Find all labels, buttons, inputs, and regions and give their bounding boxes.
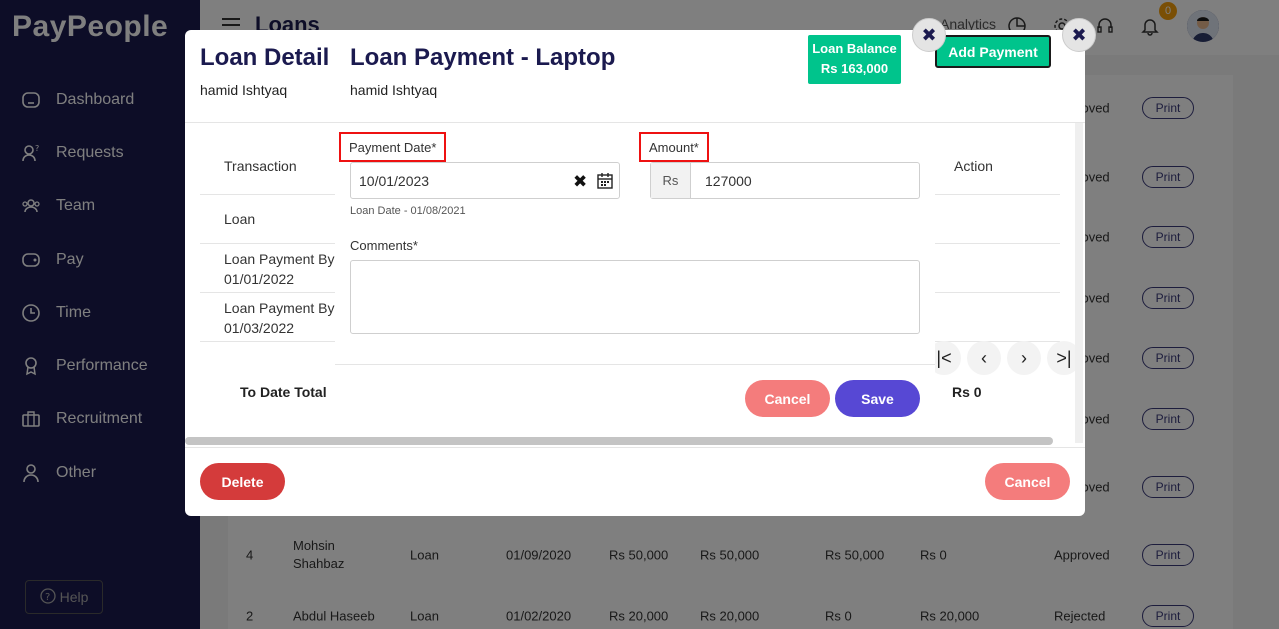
close-icon[interactable]: ✖ [1062, 18, 1096, 52]
loan-balance-label: Loan Balance [812, 41, 897, 56]
amount-label: Amount* [639, 132, 709, 162]
divider [185, 447, 1085, 448]
employee-name: hamid Ishtyaq [350, 82, 438, 98]
modal-title: Loan Payment - Laptop [350, 44, 616, 71]
next-page-icon[interactable]: › [1007, 341, 1041, 375]
transaction-row: Loan Payment By 01/03/2022 [224, 300, 335, 336]
loan-payment-modal: Loan Payment - Laptop hamid Ishtyaq Loan… [335, 18, 946, 435]
cancel-button[interactable]: Cancel [745, 380, 830, 417]
delete-button[interactable]: Delete [200, 463, 285, 500]
pagination: |< ‹ › >| [927, 341, 1081, 375]
cancel-button[interactable]: Cancel [985, 463, 1070, 500]
add-payment-button[interactable]: Add Payment [935, 35, 1051, 68]
divider [335, 122, 935, 123]
to-date-total-value: Rs 0 [952, 384, 982, 400]
employee-name: hamid Ishtyaq [200, 82, 288, 98]
column-header-action: Action [954, 158, 993, 174]
to-date-total-label: To Date Total [240, 384, 327, 400]
comments-textarea[interactable] [350, 260, 920, 334]
vertical-scrollbar[interactable] [1075, 123, 1083, 443]
clear-date-icon[interactable]: ✖ [573, 172, 587, 192]
close-icon[interactable]: ✖ [912, 18, 946, 52]
amount-field[interactable]: 127000 [691, 163, 919, 198]
currency-prefix: Rs [651, 163, 691, 198]
calendar-icon[interactable] [597, 172, 613, 189]
transaction-row: Loan Payment By 01/01/2022 [224, 251, 335, 287]
payment-date-label: Payment Date* [339, 132, 447, 162]
comments-label: Comments* [350, 238, 418, 253]
transaction-row: Loan [224, 211, 256, 227]
loan-date-hint: Loan Date - 01/08/2021 [350, 205, 466, 217]
modal-title: Loan Detail [200, 44, 330, 71]
loan-balance-value: Rs 163,000 [820, 61, 889, 76]
divider [335, 364, 935, 365]
prev-page-icon[interactable]: ‹ [967, 341, 1001, 375]
amount-input-group: Rs 127000 [650, 162, 920, 199]
save-button[interactable]: Save [835, 380, 920, 417]
column-header-transaction: Transaction [224, 158, 297, 174]
loan-balance-badge: Loan Balance Rs 163,000 [808, 35, 901, 84]
horizontal-scrollbar[interactable] [185, 437, 1053, 445]
